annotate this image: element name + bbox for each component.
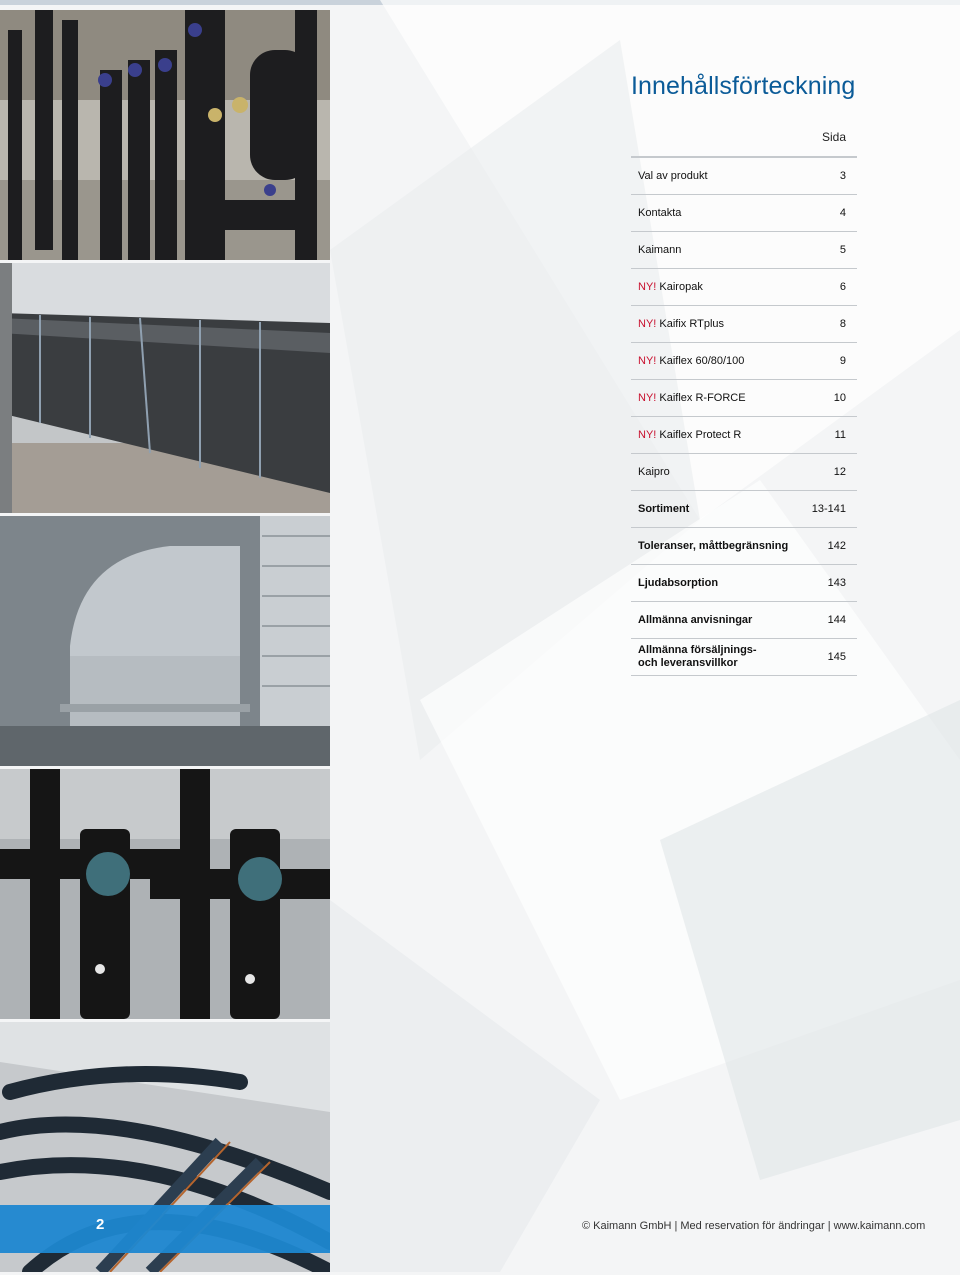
toc-row[interactable]: NY! Kairopak 6 (631, 268, 857, 306)
toc-row[interactable]: NY! Kaiflex 60/80/100 9 (631, 342, 857, 380)
toc-page: 6 (796, 268, 857, 306)
toc-label: NY! Kaiflex R-FORCE (631, 379, 796, 417)
toc-row[interactable]: Allmänna anvisningar 144 (631, 601, 857, 639)
toc-label: NY! Kaifix RTplus (631, 305, 796, 343)
toc-row[interactable]: Kontakta 4 (631, 194, 857, 232)
toc-page: 4 (796, 194, 857, 232)
footer-copyright: © Kaimann GmbH | Med reservation för änd… (582, 1220, 926, 1232)
toc-label: Val av produkt (631, 156, 796, 195)
toc-label: Ljudabsorption (631, 564, 796, 602)
toc-label: Allmänna försäljnings- och leveransvillk… (631, 638, 796, 676)
toc-row[interactable]: Kaipro 12 (631, 453, 857, 491)
toc-label: Allmänna anvisningar (631, 601, 796, 639)
new-badge: NY! (638, 392, 657, 404)
photo-valves (0, 769, 330, 1019)
page-column-header: Sida (821, 130, 846, 144)
toc-row[interactable]: Sortiment 13-141 (631, 490, 857, 528)
toc-page: 12 (796, 453, 857, 491)
page-title: Innehållsförteckning (631, 72, 856, 100)
toc-row[interactable]: Toleranser, måttbegränsning 142 (631, 527, 857, 565)
toc-page: 9 (796, 342, 857, 380)
page-number: 2 (96, 1216, 105, 1233)
photo-duct (0, 516, 330, 766)
toc-row[interactable]: NY! Kaiflex R-FORCE 10 (631, 379, 857, 417)
toc-row[interactable]: Allmänna försäljnings- och leveransvillk… (631, 638, 857, 676)
toc-row[interactable]: Val av produkt 3 (631, 156, 857, 195)
toc-label: Toleranser, måttbegränsning (631, 527, 796, 565)
photo-pump-room (0, 10, 330, 260)
new-badge: NY! (638, 281, 657, 293)
toc-label: Sortiment (631, 490, 796, 528)
toc-page: 13-141 (796, 490, 857, 528)
toc-page: 8 (796, 305, 857, 343)
new-badge: NY! (638, 318, 657, 330)
toc-row[interactable]: NY! Kaifix RTplus 8 (631, 305, 857, 343)
toc-label: Kaipro (631, 453, 796, 491)
toc-page: 3 (796, 156, 857, 195)
toc-page: 145 (796, 638, 857, 676)
toc-label: Kontakta (631, 194, 796, 232)
toc-label: NY! Kaiflex Protect R (631, 416, 796, 454)
toc-table: Val av produkt 3 Kontakta 4 Kaimann 5 NY… (631, 156, 857, 676)
toc-label: NY! Kaiflex 60/80/100 (631, 342, 796, 380)
toc-row[interactable]: Ljudabsorption 143 (631, 564, 857, 602)
new-badge: NY! (638, 429, 657, 441)
toc-page: 142 (796, 527, 857, 565)
toc-page: 143 (796, 564, 857, 602)
toc-page: 5 (796, 231, 857, 269)
toc-row[interactable]: NY! Kaiflex Protect R 11 (631, 416, 857, 454)
toc-page: 144 (796, 601, 857, 639)
toc-page: 11 (796, 416, 857, 454)
new-badge: NY! (638, 355, 657, 367)
toc-label: NY! Kairopak (631, 268, 796, 306)
photo-column (0, 10, 330, 1275)
photo-insulated-pipe (0, 263, 330, 513)
toc-label: Kaimann (631, 231, 796, 269)
toc-row[interactable]: Kaimann 5 (631, 231, 857, 269)
footer-bar (0, 1205, 330, 1253)
toc-page: 10 (796, 379, 857, 417)
